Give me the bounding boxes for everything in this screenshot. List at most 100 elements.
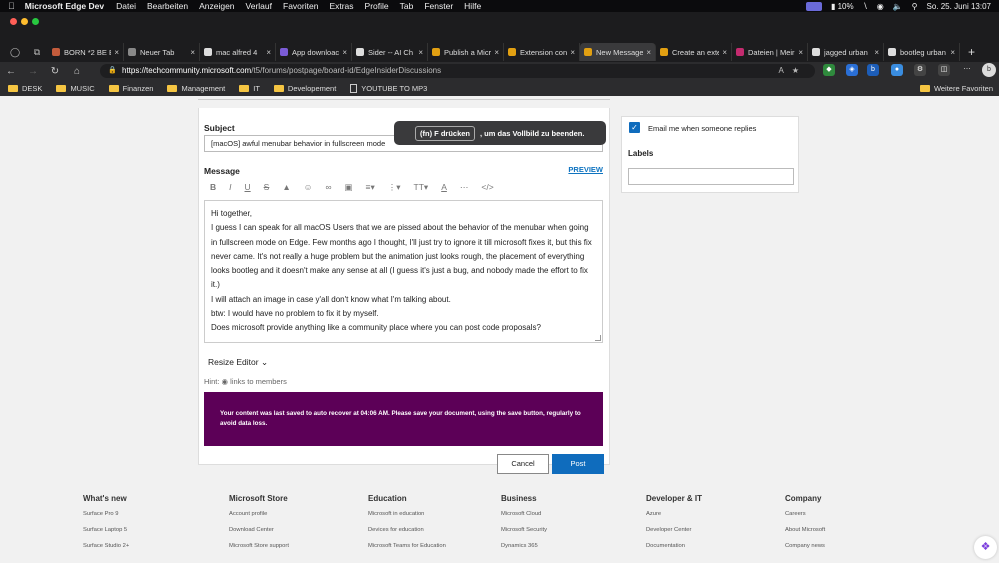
close-tab-icon[interactable]: × — [494, 48, 499, 57]
close-tab-icon[interactable]: × — [798, 48, 803, 57]
footer-link[interactable]: Microsoft Cloud — [501, 511, 547, 517]
chat-assistant-icon[interactable]: ❖ — [974, 536, 997, 559]
menu-datei[interactable]: Datei — [116, 1, 136, 11]
close-tab-icon[interactable]: × — [570, 48, 575, 57]
browser-tab[interactable]: Dateien | Meir × — [732, 43, 808, 61]
footer-link[interactable]: Developer Center — [646, 527, 702, 533]
browser-tab[interactable]: App downloac × — [276, 43, 352, 61]
app-name[interactable]: Microsoft Edge Dev — [25, 1, 104, 11]
footer-link[interactable]: Company news — [785, 543, 825, 549]
read-aloud-icon[interactable]: A★ — [778, 64, 807, 78]
more-icon[interactable]: ⋯ — [961, 64, 973, 76]
footer-link[interactable]: Surface Studio 2+ — [83, 543, 129, 549]
close-tab-icon[interactable]: × — [190, 48, 195, 57]
bookmark-finanzen[interactable]: Finanzen — [108, 84, 153, 93]
browser-tab[interactable]: jagged urban × — [808, 43, 884, 61]
browser-tab[interactable]: mac alfred 4 × — [200, 43, 276, 61]
bookmark-music[interactable]: MUSIC — [56, 84, 95, 93]
bookmark-youtube-to-mp3[interactable]: YOUTUBE TO MP3 — [350, 83, 427, 93]
address-input[interactable]: 🔒 https://techcommunity.microsoft.com/t5… — [100, 64, 815, 78]
fullscreen-window-icon[interactable] — [32, 18, 39, 25]
browser-tab[interactable]: Neuer Tab × — [124, 43, 200, 61]
tab-actions-icon[interactable]: ⧉ — [26, 47, 48, 58]
screen-icon[interactable] — [805, 1, 822, 11]
footer-link[interactable]: Devices for education — [368, 527, 446, 533]
copilot-icon[interactable]: b — [982, 63, 996, 77]
footer-link[interactable]: Surface Laptop 5 — [83, 527, 129, 533]
bookmark-developement[interactable]: Developement — [273, 84, 336, 93]
close-tab-icon[interactable]: × — [646, 48, 651, 57]
bookmark-it[interactable]: IT — [239, 84, 260, 93]
menu-profile[interactable]: Profile — [365, 1, 389, 11]
close-window-icon[interactable] — [10, 18, 17, 25]
reload-icon[interactable]: ↻ — [44, 66, 66, 77]
bookmark-desk[interactable]: DESK — [8, 84, 42, 93]
footer-link[interactable]: Microsoft Teams for Education — [368, 543, 446, 549]
menu-hilfe[interactable]: Hilfe — [464, 1, 481, 11]
menu-extras[interactable]: Extras — [329, 1, 353, 11]
datetime[interactable]: So. 25. Juni 13:07 — [927, 2, 992, 11]
text-size-icon[interactable]: TT▾ — [414, 182, 429, 193]
footer-link[interactable]: Azure — [646, 511, 702, 517]
menu-anzeigen[interactable]: Anzeigen — [199, 1, 234, 11]
post-button[interactable]: Post — [552, 454, 604, 474]
warning-icon[interactable]: ▲ — [282, 182, 290, 192]
strikethrough-icon[interactable]: S — [264, 182, 270, 192]
message-editor[interactable]: Hi together, I guess I can speak for all… — [204, 200, 603, 343]
close-tab-icon[interactable]: × — [418, 48, 423, 57]
menu-verlauf[interactable]: Verlauf — [246, 1, 272, 11]
text-color-icon[interactable]: A — [441, 182, 447, 192]
browser-tab[interactable]: bootleg urban × — [884, 43, 960, 61]
minimize-window-icon[interactable] — [21, 18, 28, 25]
close-tab-icon[interactable]: × — [722, 48, 727, 57]
bold-icon[interactable]: B — [210, 182, 216, 192]
emoji-icon[interactable]: ☺ — [304, 182, 313, 192]
extensions-icon[interactable]: ⚙ — [914, 64, 926, 76]
profile-icon[interactable]: ◯ — [4, 47, 26, 58]
back-icon[interactable]: ← — [0, 66, 22, 77]
labels-input[interactable] — [628, 168, 794, 185]
footer-link[interactable]: Account profile — [229, 511, 289, 517]
numbered-list-icon[interactable]: ≡▾ — [366, 182, 375, 193]
underline-icon[interactable]: U — [245, 182, 251, 192]
wifi-icon[interactable]: ∖ — [863, 2, 868, 11]
browser-tab[interactable]: Sider -- AI Ch × — [352, 43, 428, 61]
menu-favoriten[interactable]: Favoriten — [283, 1, 318, 11]
browser-tab[interactable]: New Message × — [580, 43, 656, 61]
shield-icon[interactable]: ◈ — [846, 64, 858, 76]
cancel-button[interactable]: Cancel — [497, 454, 549, 474]
volume-icon[interactable]: 🔈 — [893, 2, 903, 11]
close-tab-icon[interactable]: × — [114, 48, 119, 57]
forward-icon[interactable]: → — [22, 66, 44, 77]
close-tab-icon[interactable]: × — [950, 48, 955, 57]
control-center-icon[interactable]: ◉ — [877, 2, 884, 11]
email-checkbox[interactable]: ✓ — [629, 122, 640, 133]
close-tab-icon[interactable]: × — [342, 48, 347, 57]
new-tab-button[interactable]: + — [968, 45, 975, 59]
code-icon[interactable]: </> — [481, 182, 493, 192]
resize-editor-dropdown[interactable]: Resize Editor ⌄ — [208, 357, 268, 368]
footer-link[interactable]: Documentation — [646, 543, 702, 549]
apple-icon[interactable]:  — [8, 1, 15, 11]
browser-tab[interactable]: Extension con × — [504, 43, 580, 61]
menu-fenster[interactable]: Fenster — [424, 1, 453, 11]
battery-indicator[interactable]: ▮ 10% — [831, 2, 854, 11]
resize-grip-icon[interactable] — [595, 335, 601, 341]
search-icon[interactable]: ⚲ — [912, 2, 918, 11]
close-tab-icon[interactable]: × — [874, 48, 879, 57]
browser-tab[interactable]: Create an exte × — [656, 43, 732, 61]
close-tab-icon[interactable]: × — [266, 48, 271, 57]
bulleted-list-icon[interactable]: ⋮▾ — [388, 182, 401, 193]
footer-link[interactable]: Download Center — [229, 527, 289, 533]
bookmark-more-favorites[interactable]: Weitere Favoriten — [919, 80, 993, 96]
extension-c-icon[interactable]: ● — [891, 64, 903, 76]
preview-link[interactable]: PREVIEW — [568, 165, 603, 174]
browser-tab[interactable]: Publish a Micr × — [428, 43, 504, 61]
extension-icon[interactable]: ◆ — [823, 64, 835, 76]
browser-tab[interactable]: BORN *2 BE B × — [48, 43, 124, 61]
split-screen-icon[interactable]: ◫ — [938, 64, 950, 76]
footer-link[interactable]: Microsoft Store support — [229, 543, 289, 549]
camera-icon[interactable]: ▣ — [345, 182, 353, 193]
footer-link[interactable]: Dynamics 365 — [501, 543, 547, 549]
footer-link[interactable]: Surface Pro 9 — [83, 511, 129, 517]
